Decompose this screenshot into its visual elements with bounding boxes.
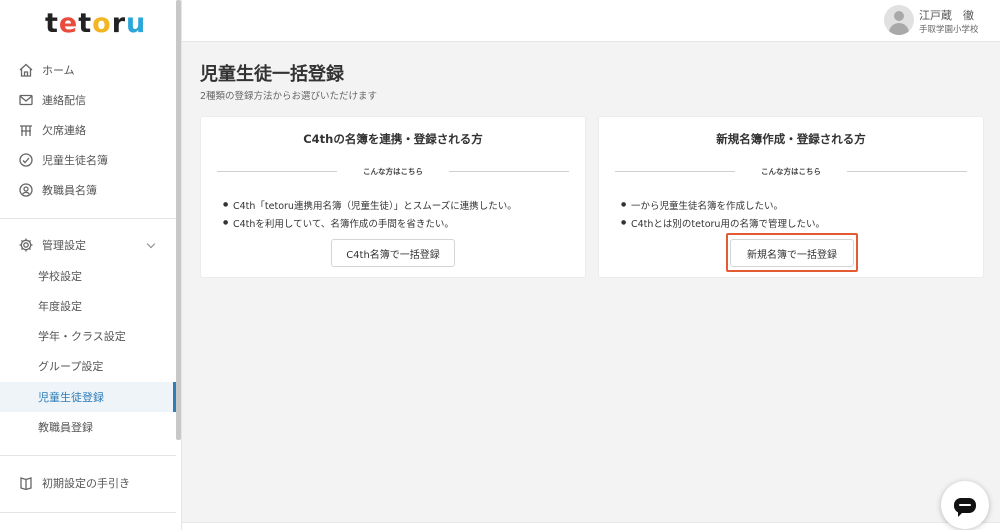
footer-strip (182, 522, 1000, 530)
sidebar-item-label: 教職員名簿 (42, 184, 97, 197)
sidebar-divider (0, 512, 176, 513)
school-name: 手取学園小学校 (919, 25, 979, 35)
absence-icon (18, 122, 34, 138)
chat-icon (954, 497, 976, 517)
card-title: 新規名簿作成・登録される方 (716, 132, 866, 146)
avatar[interactable] (884, 5, 914, 35)
book-icon (18, 475, 34, 491)
sidebar-subitem-student-registration[interactable]: 児童生徒登録 (0, 382, 176, 412)
sidebar-item-staff-roster[interactable]: 教職員名簿 (0, 175, 176, 205)
user-name: 江戸蔵 徹 (919, 9, 974, 22)
gear-icon (18, 237, 34, 253)
sidebar: tetoru ホーム 連絡配信 欠席連絡 児童生徒名簿 教職員名簿 管理設定 学… (0, 0, 182, 530)
separator-label: こんな方はこちら (761, 167, 821, 176)
sidebar-item-label: 学校設定 (38, 270, 82, 283)
sidebar-item-home[interactable]: ホーム (0, 55, 176, 85)
sidebar-item-label: 初期設定の手引き (42, 477, 130, 490)
list-item: C4thを利用していて、名簿作成の手間を省きたい。 (223, 216, 517, 230)
sidebar-scrollbar[interactable] (176, 0, 181, 440)
separator-label: こんな方はこちら (363, 167, 423, 176)
sidebar-divider (0, 218, 176, 219)
sidebar-item-label: 児童生徒名簿 (42, 154, 108, 167)
sidebar-item-label: 児童生徒登録 (38, 391, 104, 404)
tetoru-logo[interactable]: tetoru (45, 8, 146, 39)
sidebar-subitem-staff-registration[interactable]: 教職員登録 (0, 412, 176, 442)
sidebar-item-label: グループ設定 (38, 360, 104, 373)
chat-support-button[interactable] (941, 481, 989, 529)
main-content: 児童生徒一括登録 2種類の登録方法からお選びいただけます C4thの名簿を連携・… (182, 42, 1000, 530)
top-header: 江戸蔵 徹 手取学園小学校 (182, 0, 1000, 42)
sidebar-item-label: 学年・クラス設定 (38, 330, 126, 343)
sidebar-subitem-group-settings[interactable]: グループ設定 (0, 351, 176, 381)
student-roster-icon (18, 152, 34, 168)
new-roster-registration-card: 新規名簿作成・登録される方 こんな方はこちら 一から児童生徒名簿を作成したい。 … (598, 116, 984, 278)
sidebar-item-absence[interactable]: 欠席連絡 (0, 115, 176, 145)
sidebar-item-label: 連絡配信 (42, 94, 86, 107)
staff-roster-icon (18, 182, 34, 198)
chevron-down-icon (146, 239, 156, 249)
list-item: 一から児童生徒名簿を作成したい。 (621, 198, 825, 212)
c4th-bulk-register-button[interactable]: C4th名簿で一括登録 (331, 239, 455, 267)
sidebar-item-messages[interactable]: 連絡配信 (0, 85, 176, 115)
mail-icon (18, 92, 34, 108)
card-bullet-list: 一から児童生徒名簿を作成したい。 C4thとは別のtetoru用の名簿で管理した… (621, 198, 825, 234)
sidebar-divider (0, 455, 176, 456)
list-item: C4thとは別のtetoru用の名簿で管理したい。 (621, 216, 825, 230)
sidebar-item-setup-guide[interactable]: 初期設定の手引き (0, 468, 176, 498)
sidebar-item-student-roster[interactable]: 児童生徒名簿 (0, 145, 176, 175)
sidebar-subitem-grade-class-settings[interactable]: 学年・クラス設定 (0, 321, 176, 351)
home-icon (18, 62, 34, 78)
card-title: C4thの名簿を連携・登録される方 (303, 132, 483, 146)
page-subtitle: 2種類の登録方法からお選びいただけます (200, 91, 378, 102)
sidebar-item-label: 教職員登録 (38, 421, 93, 434)
list-item: C4th「tetoru連携用名簿（児童生徒）」とスムーズに連携したい。 (223, 198, 517, 212)
sidebar-subitem-school-settings[interactable]: 学校設定 (0, 261, 176, 291)
sidebar-item-admin-settings[interactable]: 管理設定 (0, 230, 176, 260)
sidebar-item-label: ホーム (42, 64, 75, 77)
card-separator: こんな方はこちら (615, 167, 967, 176)
sidebar-subitem-year-settings[interactable]: 年度設定 (0, 291, 176, 321)
card-bullet-list: C4th「tetoru連携用名簿（児童生徒）」とスムーズに連携したい。 C4th… (223, 198, 517, 234)
app: tetoru ホーム 連絡配信 欠席連絡 児童生徒名簿 教職員名簿 管理設定 学… (0, 0, 1000, 530)
new-roster-bulk-register-button[interactable]: 新規名簿で一括登録 (730, 239, 854, 267)
sidebar-item-label: 管理設定 (42, 239, 86, 252)
page-title: 児童生徒一括登録 (200, 64, 344, 85)
c4th-registration-card: C4thの名簿を連携・登録される方 こんな方はこちら C4th「tetoru連携… (200, 116, 586, 278)
sidebar-item-label: 欠席連絡 (42, 124, 86, 137)
sidebar-item-label: 年度設定 (38, 300, 82, 313)
card-separator: こんな方はこちら (217, 167, 569, 176)
